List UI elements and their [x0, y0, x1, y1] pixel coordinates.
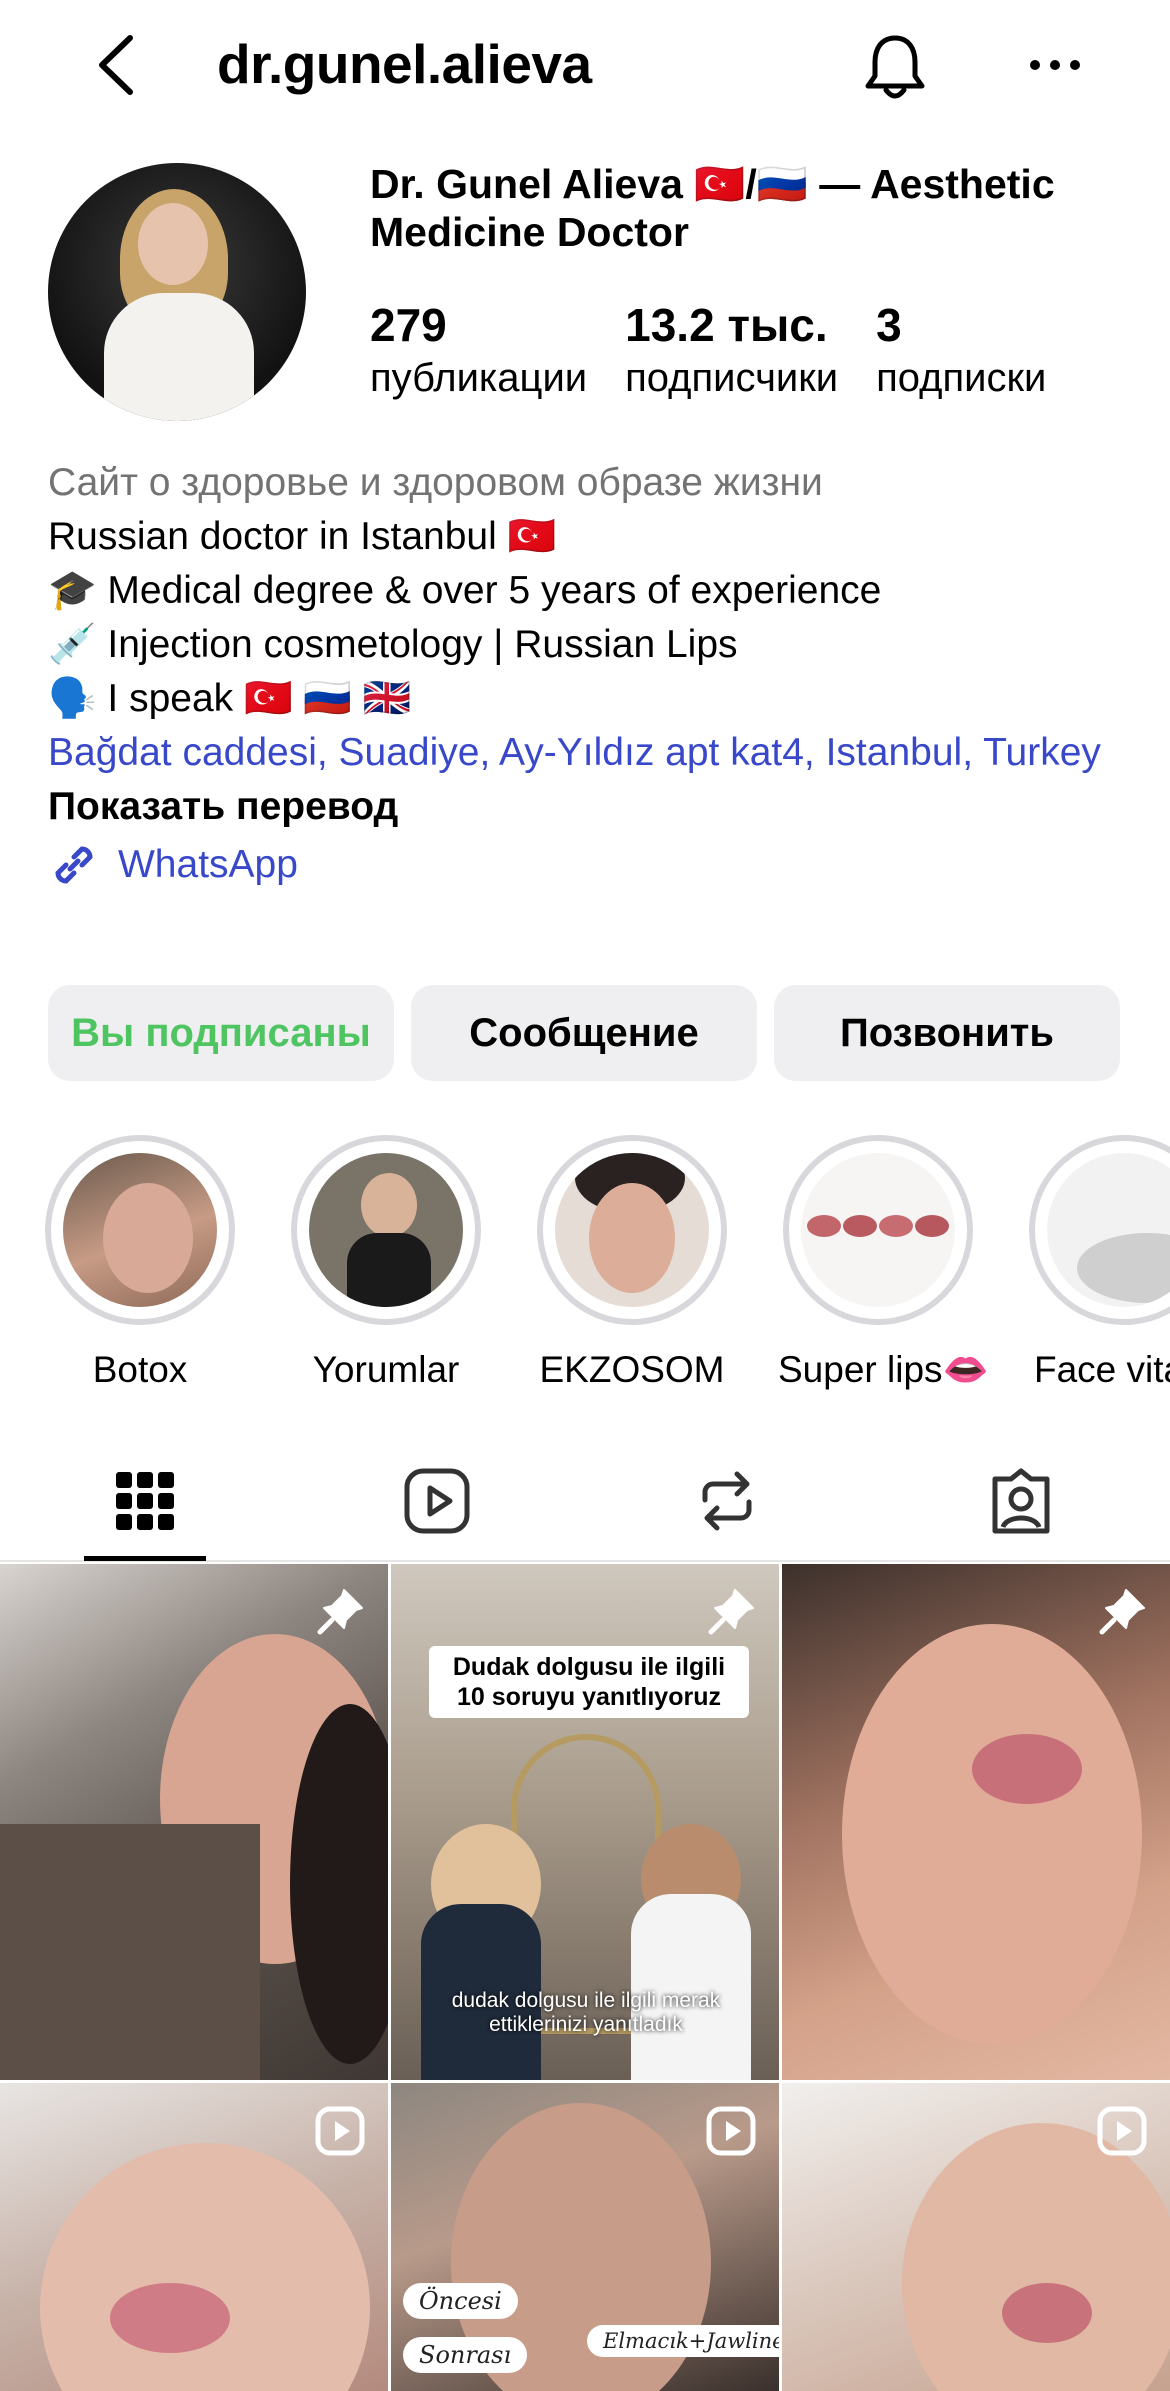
- profile-avatar[interactable]: [48, 163, 306, 421]
- post-tag: Elmacık+Jawline: [587, 2325, 779, 2357]
- repost-icon: [702, 1471, 752, 1531]
- profile-stats: 279 публикации 13.2 тыс. подписчики 3 по…: [370, 298, 1084, 404]
- post-tile[interactable]: Dudak dolgusu ile ilgili 10 soruyu yanıt…: [391, 1564, 779, 2080]
- highlight-super-lips[interactable]: Super lips👄: [778, 1135, 989, 1392]
- post-tag: Sonrası: [403, 2337, 528, 2373]
- following-button[interactable]: Вы подписаны: [48, 985, 394, 1081]
- post-tile[interactable]: [782, 1564, 1170, 2080]
- bio-line: 🗣️ I speak 🇹🇷 🇷🇺 🇬🇧: [48, 677, 412, 720]
- show-translation-link[interactable]: Показать перевод: [48, 780, 1138, 834]
- link-icon: [55, 846, 93, 884]
- tab-tagged[interactable]: [946, 1440, 1096, 1562]
- bio-line: 🎓 Medical degree & over 5 years of exper…: [48, 569, 882, 612]
- whatsapp-link-label: WhatsApp: [118, 843, 298, 886]
- highlight-cover: [555, 1153, 709, 1307]
- top-bar: dr.gunel.alieva: [0, 0, 1170, 140]
- call-button[interactable]: Позвонить: [774, 985, 1120, 1081]
- stat-following-label: подписки: [876, 356, 1047, 400]
- highlight-label: Yorumlar: [312, 1349, 460, 1390]
- pin-icon: [317, 1589, 363, 1635]
- pin-icon: [1099, 1589, 1145, 1635]
- stat-posts[interactable]: 279 публикации: [370, 298, 587, 404]
- stat-followers-label: подписчики: [625, 356, 839, 400]
- reels-icon: [404, 1468, 470, 1534]
- stat-following[interactable]: 3 подписки: [876, 298, 1046, 404]
- highlight-label: EKZOSOM: [539, 1349, 725, 1390]
- post-overlay-title: Dudak dolgusu ile ilgili 10 soruyu yanıt…: [429, 1646, 749, 1718]
- highlight-cover: [801, 1153, 955, 1307]
- notifications-button[interactable]: [858, 30, 932, 104]
- bio-line: Russian doctor in Istanbul 🇹🇷: [48, 515, 557, 558]
- message-button[interactable]: Сообщение: [411, 985, 757, 1081]
- highlight-face-vitamin[interactable]: Face vitan: [1024, 1135, 1170, 1391]
- pin-icon: [708, 1589, 754, 1635]
- post-overlay-caption: dudak dolgusu ile ilgili merak ettikleri…: [451, 1989, 721, 2036]
- post-tile[interactable]: [0, 2083, 388, 2391]
- more-options-button[interactable]: [1020, 30, 1090, 100]
- post-tag: Öncesi: [403, 2283, 518, 2319]
- stat-followers[interactable]: 13.2 тыс. подписчики: [625, 298, 838, 404]
- tab-reposts[interactable]: [652, 1440, 802, 1562]
- post-tile[interactable]: [782, 2083, 1170, 2391]
- stat-following-count: 3: [876, 299, 902, 351]
- active-tab-indicator: [84, 1556, 206, 1561]
- profile-bio: Сайт о здоровье и здоровом образе жизни …: [48, 456, 1138, 892]
- tab-posts-grid[interactable]: [70, 1440, 220, 1562]
- reel-icon: [1097, 2106, 1147, 2156]
- highlight-cover: [309, 1153, 463, 1307]
- back-button[interactable]: [86, 30, 146, 100]
- bell-icon: [865, 35, 925, 99]
- story-highlights: Botox Yorumlar EKZOSOM Super lips👄 Face …: [40, 1135, 1170, 1395]
- tab-reels[interactable]: [362, 1440, 512, 1562]
- post-tile[interactable]: [0, 1564, 388, 2080]
- highlight-ekzosom[interactable]: EKZOSOM: [532, 1135, 732, 1391]
- profile-display-name: Dr. Gunel Alieva 🇹🇷/🇷🇺 — Aesthetic Medic…: [370, 161, 1055, 255]
- highlight-label: Super lips👄: [778, 1349, 989, 1390]
- reel-icon: [706, 2106, 756, 2156]
- post-tile[interactable]: Öncesi Sonrası Elmacık+Jawline: [391, 2083, 779, 2391]
- chevron-left-icon: [99, 35, 133, 95]
- stat-posts-count: 279: [370, 299, 447, 351]
- bio-address-link[interactable]: Bağdat caddesi, Suadiye, Ay-Yıldız apt k…: [48, 726, 1138, 780]
- more-horizontal-icon: [1030, 60, 1080, 70]
- highlight-botox[interactable]: Botox: [40, 1135, 240, 1391]
- highlight-label: Face vitan: [1034, 1349, 1170, 1390]
- stat-followers-count: 13.2 тыс.: [625, 299, 828, 351]
- bio-category: Сайт о здоровье и здоровом образе жизни: [48, 461, 823, 504]
- profile-username: dr.gunel.alieva: [217, 33, 592, 95]
- grid-icon: [116, 1472, 174, 1530]
- reel-icon: [315, 2106, 365, 2156]
- tagged-user-icon: [992, 1468, 1050, 1534]
- highlight-cover: [1047, 1153, 1170, 1307]
- bio-line: 💉 Injection cosmetology | Russian Lips: [48, 623, 738, 666]
- stat-posts-label: публикации: [370, 356, 588, 400]
- whatsapp-link[interactable]: WhatsApp: [48, 838, 1138, 892]
- profile-tabs: [0, 1440, 1170, 1562]
- highlight-label: Botox: [92, 1349, 188, 1390]
- highlight-cover: [63, 1153, 217, 1307]
- highlight-yorumlar[interactable]: Yorumlar: [286, 1135, 486, 1391]
- profile-actions: Вы подписаны Сообщение Позвонить: [48, 985, 1122, 1081]
